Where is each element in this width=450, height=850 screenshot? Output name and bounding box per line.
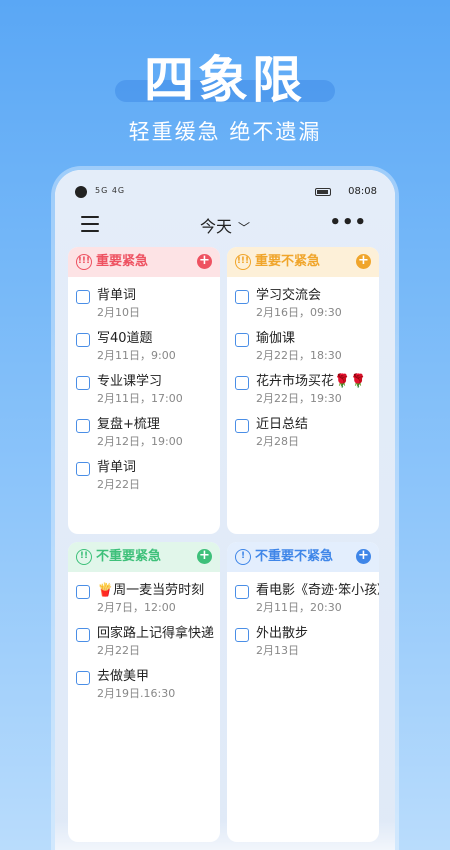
task-date: 2月22日，18:30	[256, 349, 342, 362]
task-item[interactable]: 去做美甲 2月19日.16:30	[68, 668, 220, 711]
task-date: 2月22日	[97, 644, 140, 657]
chevron-down-icon: ﹀	[238, 221, 251, 235]
add-task-button[interactable]: +	[356, 549, 371, 564]
more-horizontal-icon[interactable]: •••	[329, 212, 367, 233]
task-checkbox[interactable]	[76, 628, 90, 642]
task-list: 🍟周一麦当劳时刻 2月7日，12:00 回家路上记得拿快递 2月22日 去做美甲…	[68, 572, 220, 711]
task-item[interactable]: 看电影《奇迹·笨小孩》 2月11日，20:30	[227, 582, 379, 625]
priority-icon: !!!	[235, 254, 251, 270]
task-title: 回家路上记得拿快递	[97, 626, 215, 641]
priority-icon: !	[235, 549, 251, 565]
task-checkbox[interactable]	[76, 376, 90, 390]
task-item[interactable]: 回家路上记得拿快递 2月22日	[68, 625, 220, 668]
task-date: 2月22日，19:30	[256, 392, 342, 405]
status-bar: 5G 4G 08:08	[55, 182, 395, 202]
task-title: 复盘+梳理	[97, 417, 160, 432]
task-title: 看电影《奇迹·笨小孩》	[256, 583, 379, 598]
task-checkbox[interactable]	[235, 333, 249, 347]
app-screen: 5G 4G 08:08 今天 ﹀ ••• !!! 重要紧急 + 背单词 2月10…	[55, 170, 395, 850]
hero-title: 四象限	[144, 51, 306, 109]
task-title: 近日总结	[256, 417, 309, 432]
quadrant-header: !!! 重要不紧急 +	[227, 247, 379, 277]
battery-icon	[315, 188, 331, 196]
add-task-button[interactable]: +	[197, 549, 212, 564]
task-date: 2月16日，09:30	[256, 306, 342, 319]
task-title: 花卉市场买花🌹🌹	[256, 374, 367, 389]
task-item[interactable]: 🍟周一麦当劳时刻 2月7日，12:00	[68, 582, 220, 625]
quadrant-title: 重要不紧急	[255, 254, 321, 269]
task-title: 背单词	[97, 460, 137, 475]
task-item[interactable]: 瑜伽课 2月22日，18:30	[227, 330, 379, 373]
task-list: 学习交流会 2月16日，09:30 瑜伽课 2月22日，18:30 花卉市场买花…	[227, 277, 379, 459]
task-title: 背单词	[97, 288, 137, 303]
task-list: 背单词 2月10日 写40道题 2月11日，9:00 专业课学习 2月11日，1…	[68, 277, 220, 502]
task-item[interactable]: 花卉市场买花🌹🌹 2月22日，19:30	[227, 373, 379, 416]
task-item[interactable]: 写40道题 2月11日，9:00	[68, 330, 220, 373]
phone-frame: 5G 4G 08:08 今天 ﹀ ••• !!! 重要紧急 + 背单词 2月10…	[55, 170, 395, 850]
status-time: 08:08	[348, 186, 377, 197]
quadrant-not-important-not-urgent: ! 不重要不紧急 + 看电影《奇迹·笨小孩》 2月11日，20:30 外出散步 …	[227, 542, 379, 842]
quadrant-header: !!! 重要紧急 +	[68, 247, 220, 277]
priority-icon: !!	[76, 549, 92, 565]
task-checkbox[interactable]	[76, 290, 90, 304]
task-checkbox[interactable]	[76, 462, 90, 476]
app-bar: 今天 ﹀ •••	[55, 210, 395, 240]
signal-icon: 5G 4G	[95, 186, 126, 195]
task-date: 2月28日	[256, 435, 299, 448]
quadrant-not-important-urgent: !! 不重要紧急 + 🍟周一麦当劳时刻 2月7日，12:00 回家路上记得拿快递…	[68, 542, 220, 842]
quadrant-header: ! 不重要不紧急 +	[227, 542, 379, 572]
task-title: 写40道题	[97, 331, 153, 346]
task-item[interactable]: 外出散步 2月13日	[227, 625, 379, 668]
quadrant-important-urgent: !!! 重要紧急 + 背单词 2月10日 写40道题 2月11日，9:00 专业…	[68, 247, 220, 534]
priority-icon: !!!	[76, 254, 92, 270]
task-title: 外出散步	[256, 626, 309, 641]
task-title: 专业课学习	[97, 374, 163, 389]
task-item[interactable]: 复盘+梳理 2月12日，19:00	[68, 416, 220, 459]
quadrant-header: !! 不重要紧急 +	[68, 542, 220, 572]
task-checkbox[interactable]	[76, 585, 90, 599]
task-checkbox[interactable]	[235, 419, 249, 433]
task-date: 2月11日，20:30	[256, 601, 342, 614]
task-date: 2月7日，12:00	[97, 601, 176, 614]
task-item[interactable]: 背单词 2月10日	[68, 287, 220, 330]
task-date: 2月13日	[256, 644, 299, 657]
task-checkbox[interactable]	[235, 585, 249, 599]
task-date: 2月22日	[97, 478, 140, 491]
task-item[interactable]: 背单词 2月22日	[68, 459, 220, 502]
task-item[interactable]: 专业课学习 2月11日，17:00	[68, 373, 220, 416]
task-item[interactable]: 近日总结 2月28日	[227, 416, 379, 459]
task-date: 2月19日.16:30	[97, 687, 176, 700]
quadrant-title: 不重要紧急	[96, 549, 162, 564]
quadrant-title: 不重要不紧急	[255, 549, 334, 564]
task-title: 🍟周一麦当劳时刻	[97, 583, 205, 598]
task-item[interactable]: 学习交流会 2月16日，09:30	[227, 287, 379, 330]
task-checkbox[interactable]	[76, 419, 90, 433]
task-list: 看电影《奇迹·笨小孩》 2月11日，20:30 外出散步 2月13日	[227, 572, 379, 668]
task-date: 2月10日	[97, 306, 140, 319]
date-selector-label: 今天	[199, 217, 232, 236]
task-date: 2月12日，19:00	[97, 435, 183, 448]
add-task-button[interactable]: +	[197, 254, 212, 269]
hero-subtitle: 轻重缓急 绝不遗漏	[128, 120, 322, 144]
add-task-button[interactable]: +	[356, 254, 371, 269]
task-checkbox[interactable]	[235, 376, 249, 390]
camera-icon	[75, 186, 87, 198]
task-checkbox[interactable]	[235, 628, 249, 642]
task-date: 2月11日，9:00	[97, 349, 176, 362]
task-checkbox[interactable]	[76, 333, 90, 347]
task-title: 去做美甲	[97, 669, 150, 684]
quadrant-important-not-urgent: !!! 重要不紧急 + 学习交流会 2月16日，09:30 瑜伽课 2月22日，…	[227, 247, 379, 534]
task-checkbox[interactable]	[235, 290, 249, 304]
task-checkbox[interactable]	[76, 671, 90, 685]
task-date: 2月11日，17:00	[97, 392, 183, 405]
task-title: 瑜伽课	[256, 331, 296, 346]
task-title: 学习交流会	[256, 288, 322, 303]
quadrant-title: 重要紧急	[96, 254, 149, 269]
